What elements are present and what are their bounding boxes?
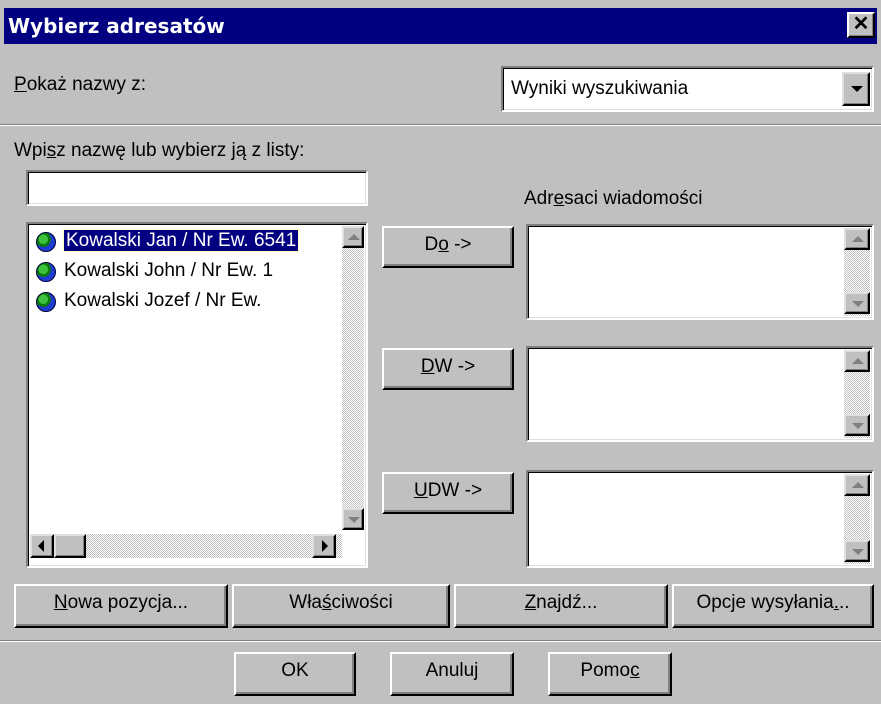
chevron-up-icon (852, 358, 864, 364)
scroll-up-button[interactable] (342, 226, 364, 248)
chevron-down-icon (348, 517, 360, 523)
chevron-down-icon (852, 301, 864, 307)
help-button[interactable]: Pomoc (548, 652, 672, 696)
close-icon: ✕ (852, 13, 870, 35)
vertical-scrollbar[interactable] (342, 226, 364, 508)
list-item[interactable]: Kowalski John / Nr Ew. 1 (32, 258, 273, 286)
scroll-down-button[interactable] (844, 540, 870, 562)
contact-name: Kowalski Jan / Nr Ew. 6541 (62, 229, 300, 252)
address-book-select[interactable]: Wyniki wyszukiwania (501, 66, 874, 112)
address-book-select-value: Wyniki wyszukiwania (511, 78, 689, 99)
list-item[interactable]: Kowalski Jozef / Nr Ew. (32, 288, 261, 316)
cc-recipients-box[interactable] (526, 346, 874, 442)
dialog-title: Wybierz adresatów (8, 14, 225, 38)
contacts-list[interactable]: Kowalski Jan / Nr Ew. 6541 Kowalski John… (26, 222, 368, 568)
scroll-down-button[interactable] (342, 508, 364, 530)
separator (0, 124, 881, 126)
contact-name: Kowalski John / Nr Ew. 1 (64, 260, 274, 281)
show-names-label: Pokaż nazwy z: (14, 74, 147, 95)
new-entry-button[interactable]: Nowa pozycja... (14, 584, 228, 628)
scroll-up-button[interactable] (844, 474, 870, 496)
scroll-down-button[interactable] (844, 292, 870, 314)
to-button[interactable]: Do -> (382, 226, 514, 268)
chevron-up-icon (852, 236, 864, 242)
scroll-thumb[interactable] (54, 534, 86, 558)
separator (0, 640, 881, 642)
search-label: Wpisz nazwę lub wybierz ją z listy: (14, 140, 305, 161)
recipients-label: Adresaci wiadomości (524, 188, 703, 209)
chevron-down-icon (852, 423, 864, 429)
bcc-recipients-box[interactable] (526, 470, 874, 568)
scroll-right-button[interactable] (312, 534, 336, 558)
globe-icon (36, 292, 56, 312)
send-options-button[interactable]: Opcje wysyłania... (672, 584, 874, 628)
scroll-up-button[interactable] (844, 228, 870, 250)
find-button[interactable]: Znajdź... (454, 584, 668, 628)
chevron-up-icon (348, 234, 360, 240)
address-book-dropdown-button[interactable] (842, 72, 870, 106)
to-recipients-box[interactable] (526, 224, 874, 320)
chevron-down-icon (852, 549, 864, 555)
ok-button[interactable]: OK (234, 652, 356, 696)
contact-name: Kowalski Jozef / Nr Ew. (64, 290, 262, 311)
globe-icon (36, 232, 56, 252)
select-recipients-dialog: Wybierz adresatów ✕ Pokaż nazwy z: Wynik… (0, 0, 881, 704)
cancel-button[interactable]: Anuluj (390, 652, 514, 696)
scroll-down-button[interactable] (844, 414, 870, 436)
close-button[interactable]: ✕ (847, 12, 875, 38)
chevron-left-icon (38, 540, 44, 552)
globe-icon (36, 262, 56, 282)
scroll-up-button[interactable] (844, 350, 870, 372)
cc-button[interactable]: DW -> (382, 348, 514, 390)
chevron-down-icon (851, 86, 863, 92)
chevron-up-icon (852, 482, 864, 488)
scroll-left-button[interactable] (30, 534, 54, 558)
list-item[interactable]: Kowalski Jan / Nr Ew. 6541 (32, 228, 300, 256)
bcc-button[interactable]: UDW -> (382, 472, 514, 514)
search-input[interactable] (26, 170, 368, 206)
properties-button[interactable]: Właściwości (232, 584, 450, 628)
chevron-right-icon (322, 540, 328, 552)
title-bar[interactable]: Wybierz adresatów ✕ (4, 8, 877, 44)
